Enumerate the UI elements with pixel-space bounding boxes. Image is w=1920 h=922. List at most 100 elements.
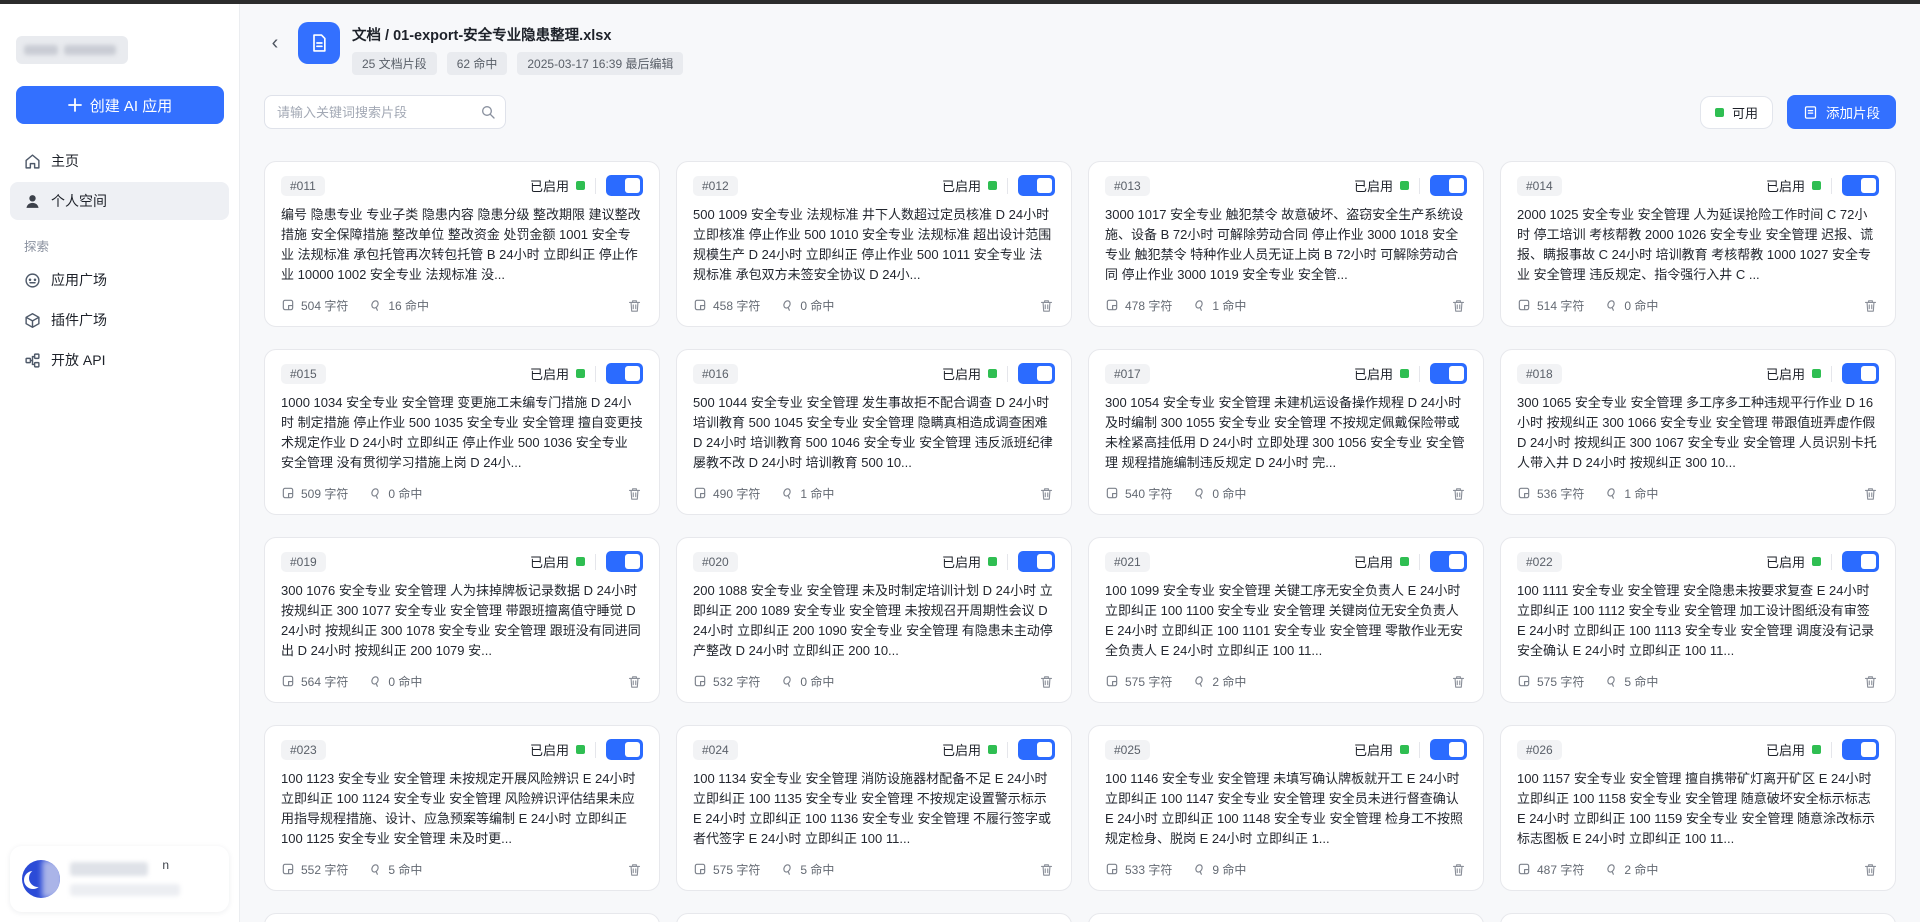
enable-toggle[interactable] <box>1018 551 1055 572</box>
delete-fragment-button[interactable] <box>1449 672 1467 690</box>
delete-fragment-button[interactable] <box>1449 484 1467 502</box>
hits-count: 0 命中 <box>800 297 834 314</box>
enabled-status-label: 已启用 <box>942 552 981 571</box>
enabled-status-dot <box>988 557 997 566</box>
fragment-card[interactable]: #030 已启用 <box>1500 913 1896 922</box>
fragment-card[interactable]: #021 已启用 100 1099 安全专业 安全管理 关键工序无安全负责人 E… <box>1088 537 1484 703</box>
enable-toggle[interactable] <box>606 551 643 572</box>
chars-icon <box>281 674 295 688</box>
search-icon[interactable] <box>480 104 496 120</box>
delete-fragment-button[interactable] <box>1449 860 1467 878</box>
delete-fragment-button[interactable] <box>1861 672 1879 690</box>
fragment-card[interactable]: #027 已启用 <box>264 913 660 922</box>
chars-count: 478 字符 <box>1125 297 1172 314</box>
hits-icon <box>368 298 382 312</box>
delete-fragment-button[interactable] <box>625 860 643 878</box>
fragment-id-badge: #016 <box>693 364 738 384</box>
fragment-card[interactable]: #014 已启用 2000 1025 安全专业 安全管理 人为延误抢险工作时间 … <box>1500 161 1896 327</box>
hits-count: 16 命中 <box>388 297 429 314</box>
enabled-status-dot <box>988 181 997 190</box>
delete-fragment-button[interactable] <box>1861 484 1879 502</box>
fragment-card[interactable]: #016 已启用 500 1044 安全专业 安全管理 发生事故拒不配合调查 D… <box>676 349 1072 515</box>
fragment-card[interactable]: #023 已启用 100 1123 安全专业 安全管理 未按规定开展风险辨识 E… <box>264 725 660 891</box>
enable-toggle[interactable] <box>1842 175 1879 196</box>
fragment-card-footer: 490 字符 1 命中 <box>693 484 1055 502</box>
sidebar-item-personal-space[interactable]: 个人空间 <box>10 182 229 220</box>
fragment-card[interactable]: #013 已启用 3000 1017 安全专业 触犯禁令 故意破坏、盗窃安全生产… <box>1088 161 1484 327</box>
fragment-card[interactable]: #025 已启用 100 1146 安全专业 安全管理 未填写确认牌板就开工 E… <box>1088 725 1484 891</box>
fragment-grid: #011 已启用 编号 隐患专业 专业子类 隐患内容 隐患分级 整改期限 建议整… <box>264 161 1896 922</box>
back-button[interactable]: ‹ <box>264 32 286 54</box>
chars-icon <box>1105 486 1119 500</box>
delete-fragment-button[interactable] <box>625 296 643 314</box>
delete-fragment-button[interactable] <box>1037 484 1055 502</box>
enable-toggle[interactable] <box>1842 739 1879 760</box>
sidebar-item-app-market[interactable]: 应用广场 <box>10 261 229 299</box>
fragment-card-footer: 478 字符 1 命中 <box>1105 296 1467 314</box>
fragment-text: 100 1134 安全专业 安全管理 消防设施器材配备不足 E 24小时 立即纠… <box>693 769 1055 849</box>
delete-fragment-button[interactable] <box>1861 860 1879 878</box>
enabled-status-label: 已启用 <box>942 740 981 759</box>
divider <box>595 554 596 570</box>
delete-fragment-button[interactable] <box>1037 672 1055 690</box>
chars-count: 509 字符 <box>301 485 348 502</box>
divider <box>595 178 596 194</box>
chars-icon <box>1105 862 1119 876</box>
sidebar-item-open-api[interactable]: 开放 API <box>10 341 229 379</box>
fragment-card[interactable]: #012 已启用 500 1009 安全专业 法规标准 井下人数超过定员核准 D… <box>676 161 1072 327</box>
chars-count: 575 字符 <box>1125 673 1172 690</box>
enable-toggle[interactable] <box>606 363 643 384</box>
enable-toggle[interactable] <box>606 739 643 760</box>
document-title: 文档 / 01-export-安全专业隐患整理.xlsx <box>352 24 683 45</box>
hits-count: 1 命中 <box>1212 297 1246 314</box>
fragment-card[interactable]: #015 已启用 1000 1034 安全专业 安全管理 变更施工未编专门措施 … <box>264 349 660 515</box>
enable-toggle[interactable] <box>1018 363 1055 384</box>
create-ai-app-button[interactable]: 创建 AI 应用 <box>16 86 224 124</box>
chars-icon <box>693 298 707 312</box>
enable-toggle[interactable] <box>1018 739 1055 760</box>
fragment-card[interactable]: #019 已启用 300 1076 安全专业 安全管理 人为抹掉牌板记录数据 D… <box>264 537 660 703</box>
divider <box>1007 366 1008 382</box>
delete-fragment-button[interactable] <box>1861 296 1879 314</box>
delete-fragment-button[interactable] <box>1037 860 1055 878</box>
user-account-card[interactable]: n <box>10 846 229 912</box>
hits-count: 1 命中 <box>1624 485 1658 502</box>
hits-icon <box>1604 298 1618 312</box>
enable-toggle[interactable] <box>1430 363 1467 384</box>
toggle-knob <box>1449 554 1464 569</box>
delete-fragment-button[interactable] <box>1449 296 1467 314</box>
fragment-card[interactable]: #017 已启用 300 1054 安全专业 安全管理 未建机运设备操作规程 D… <box>1088 349 1484 515</box>
enable-toggle[interactable] <box>1430 175 1467 196</box>
enable-toggle[interactable] <box>1018 175 1055 196</box>
enable-toggle[interactable] <box>1842 363 1879 384</box>
delete-fragment-button[interactable] <box>625 672 643 690</box>
fragment-card[interactable]: #028 已启用 <box>676 913 1072 922</box>
fragment-card[interactable]: #018 已启用 300 1065 安全专业 安全管理 多工序多工种违规平行作业… <box>1500 349 1896 515</box>
delete-fragment-button[interactable] <box>1037 296 1055 314</box>
fragment-card[interactable]: #011 已启用 编号 隐患专业 专业子类 隐患内容 隐患分级 整改期限 建议整… <box>264 161 660 327</box>
add-fragment-button[interactable]: 添加片段 <box>1787 95 1896 129</box>
fragment-card[interactable]: #020 已启用 200 1088 安全专业 安全管理 未及时制定培训计划 D … <box>676 537 1072 703</box>
available-status-dot <box>1715 108 1724 117</box>
enable-toggle[interactable] <box>606 175 643 196</box>
hits-icon <box>1192 862 1206 876</box>
search-input[interactable] <box>264 95 506 129</box>
chars-count: 514 字符 <box>1537 297 1584 314</box>
enable-toggle[interactable] <box>1430 739 1467 760</box>
sidebar-item-plugin-market[interactable]: 插件广场 <box>10 301 229 339</box>
enable-toggle[interactable] <box>1430 551 1467 572</box>
fragment-card[interactable]: #024 已启用 100 1134 安全专业 安全管理 消防设施器材配备不足 E… <box>676 725 1072 891</box>
document-badges: 25 文档片段 62 命中 2025-03-17 16:39 最后编辑 <box>352 52 683 75</box>
sidebar-item-home[interactable]: 主页 <box>10 142 229 180</box>
delete-fragment-button[interactable] <box>625 484 643 502</box>
chars-count: 564 字符 <box>301 673 348 690</box>
fragment-card[interactable]: #029 已启用 <box>1088 913 1484 922</box>
hits-count: 9 命中 <box>1212 861 1246 878</box>
availability-status[interactable]: 可用 <box>1700 96 1773 129</box>
fragment-card[interactable]: #022 已启用 100 1111 安全专业 安全管理 安全隐患未按要求复查 E… <box>1500 537 1896 703</box>
fragment-id-badge: #025 <box>1105 740 1150 760</box>
toggle-knob <box>1861 554 1876 569</box>
fragment-doc-icon <box>1803 105 1818 120</box>
enable-toggle[interactable] <box>1842 551 1879 572</box>
fragment-card[interactable]: #026 已启用 100 1157 安全专业 安全管理 擅自携带矿灯离开矿区 E… <box>1500 725 1896 891</box>
